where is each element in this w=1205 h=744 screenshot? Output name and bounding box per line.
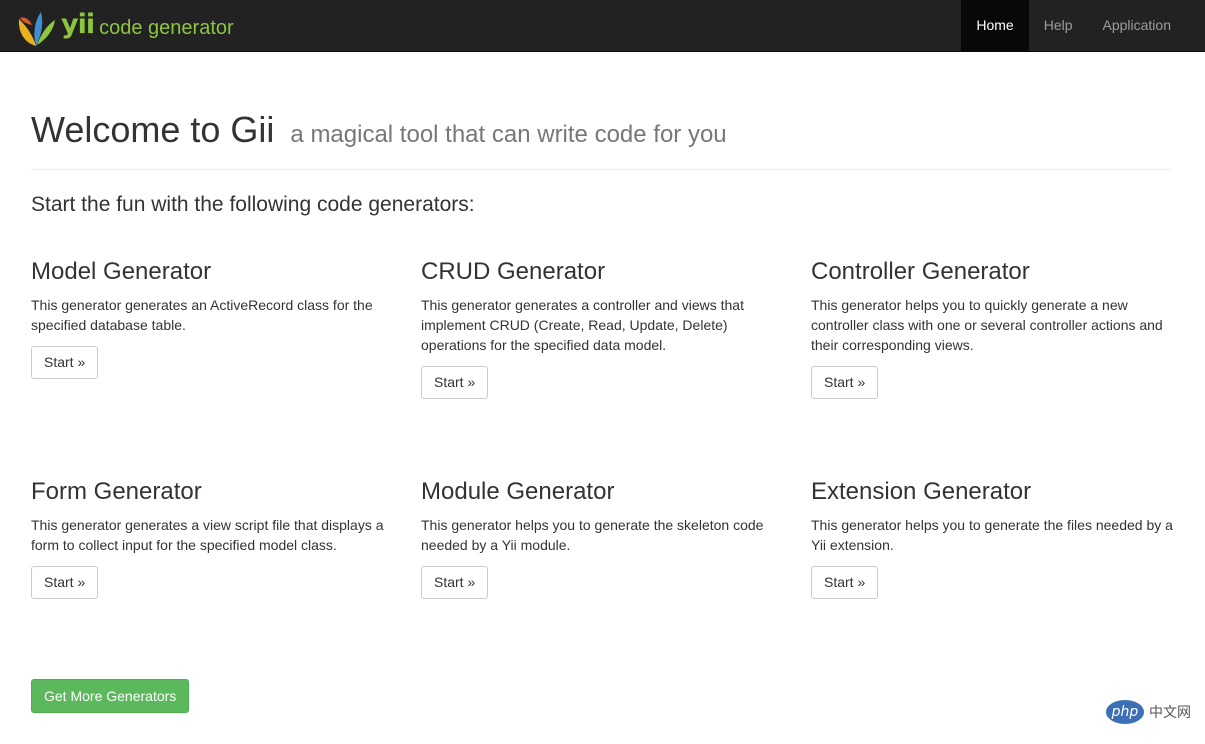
- page-subtitle: a magical tool that can write code for y…: [290, 121, 727, 148]
- generator-description: This generator helps you to generate the…: [421, 517, 764, 553]
- start-button-controller[interactable]: Start »: [811, 366, 879, 399]
- generator-card-form: Form Generator This generator generates …: [31, 478, 393, 599]
- brand-yii: yii: [61, 8, 95, 40]
- nav-menu: Home Help Application: [961, 0, 1186, 51]
- nav-item-help[interactable]: Help: [1029, 0, 1088, 51]
- nav-item-application[interactable]: Application: [1088, 0, 1187, 51]
- generator-description: This generator generates a controller an…: [421, 297, 744, 353]
- page-title-text: Welcome to Gii: [31, 109, 275, 150]
- generator-card-extension: Extension Generator This generator helps…: [811, 478, 1173, 599]
- brand-text: code generator: [99, 17, 234, 39]
- generator-description: This generator generates a view script f…: [31, 517, 384, 553]
- lead-text: Start the fun with the following code ge…: [31, 193, 475, 216]
- generator-card-module: Module Generator This generator helps yo…: [421, 478, 783, 599]
- generator-description: This generator generates an ActiveRecord…: [31, 297, 373, 333]
- get-more-generators-button[interactable]: Get More Generators: [31, 679, 190, 713]
- watermark: php 中文网: [1106, 699, 1191, 725]
- brand-link[interactable]: yii code generator: [16, 4, 234, 48]
- start-button-form[interactable]: Start »: [31, 566, 99, 599]
- generator-title: Form Generator: [31, 478, 202, 505]
- page-title: Welcome to Gii a magical tool that can w…: [31, 108, 1171, 157]
- generator-description: This generator helps you to generate the…: [811, 517, 1173, 553]
- navbar: yii code generator Home Help Application: [0, 0, 1205, 52]
- start-button-crud[interactable]: Start »: [421, 366, 489, 399]
- generator-title: Module Generator: [421, 478, 615, 505]
- generator-card-controller: Controller Generator This generator help…: [811, 258, 1173, 399]
- yii-logo-icon: [18, 12, 55, 46]
- start-button-model[interactable]: Start »: [31, 346, 99, 379]
- php-logo-icon: php: [1106, 700, 1144, 724]
- watermark-text: 中文网: [1149, 705, 1191, 721]
- generator-title: Controller Generator: [811, 258, 1030, 285]
- start-button-extension[interactable]: Start »: [811, 566, 879, 599]
- generator-card-model: Model Generator This generator generates…: [31, 258, 393, 379]
- generator-title: Extension Generator: [811, 478, 1032, 505]
- generator-title: CRUD Generator: [421, 258, 606, 285]
- generator-card-crud: CRUD Generator This generator generates …: [421, 258, 783, 399]
- nav-item-home[interactable]: Home: [961, 0, 1029, 51]
- start-button-module[interactable]: Start »: [421, 566, 489, 599]
- page-header: Welcome to Gii a magical tool that can w…: [31, 108, 1171, 170]
- generator-description: This generator helps you to quickly gene…: [811, 297, 1163, 353]
- generator-title: Model Generator: [31, 258, 212, 285]
